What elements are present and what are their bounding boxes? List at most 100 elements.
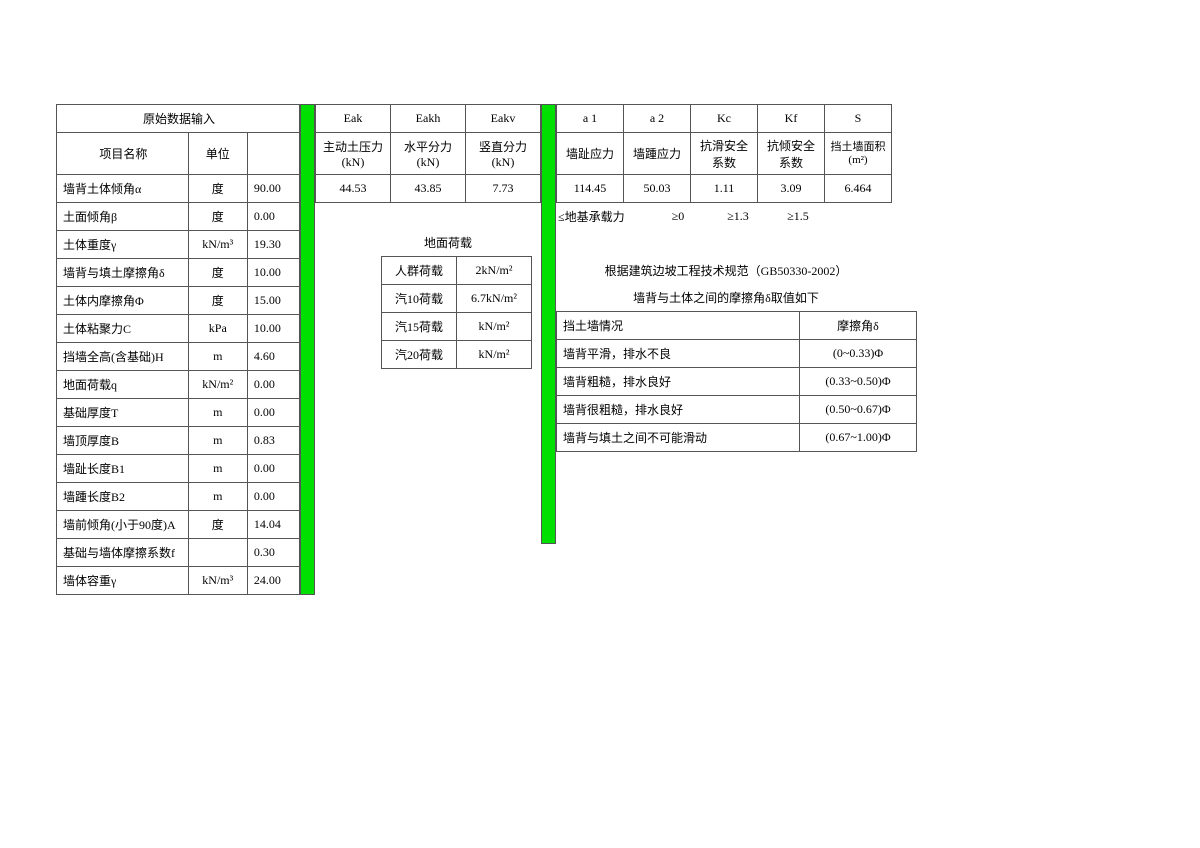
force-table: Eak Eakh Eakv 主动土压力(kN) 水平分力(kN) 竖直分力(kN… — [315, 104, 541, 203]
col-val-header — [247, 133, 299, 175]
input-table: 原始数据输入 项目名称 单位 墙背土体倾角α度90.00土面倾角β度0.00土体… — [56, 104, 300, 595]
result-table: а 1 а 2 Kc Kf S 墙趾应力 墙踵应力 抗滑安全系数 抗倾安全系数 … — [556, 104, 892, 203]
delta-row-cond: 墙背粗糙，排水良好 — [557, 368, 800, 396]
col-name-header: 项目名称 — [57, 133, 189, 175]
input-row-unit: m — [188, 343, 247, 371]
eakh-h2: 水平分力(kN) — [391, 133, 466, 175]
ground-load-name: 汽15荷载 — [382, 313, 457, 341]
a2-h1: а 2 — [624, 105, 691, 133]
eakh-val: 43.85 — [391, 175, 466, 203]
ground-load-val: kN/m² — [457, 313, 532, 341]
a1-h2: 墙趾应力 — [557, 133, 624, 175]
input-row-unit: 度 — [188, 287, 247, 315]
input-table-title: 原始数据输入 — [57, 105, 300, 133]
input-row-name: 土体粘聚力C — [57, 315, 189, 343]
s-val: 6.464 — [825, 175, 892, 203]
input-row-val: 0.00 — [247, 483, 299, 511]
eakv-h2: 竖直分力(kN) — [466, 133, 541, 175]
delta-row-val: (0.33~0.50)Φ — [800, 368, 917, 396]
input-row-val: 0.83 — [247, 427, 299, 455]
input-row-val: 0.00 — [247, 371, 299, 399]
input-row-name: 土体重度γ — [57, 231, 189, 259]
delta-row-val: (0~0.33)Φ — [800, 340, 917, 368]
input-row-unit: m — [188, 455, 247, 483]
input-row-val: 0.00 — [247, 455, 299, 483]
input-row-name: 墙体容重γ — [57, 567, 189, 595]
col-unit-header: 单位 — [188, 133, 247, 175]
input-row-val: 10.00 — [247, 259, 299, 287]
input-row-unit: kN/m² — [188, 371, 247, 399]
input-row-name: 基础与墙体摩擦系数f — [57, 539, 189, 567]
ground-load-val: 2kN/m² — [457, 257, 532, 285]
ground-load-table: 人群荷载2kN/m²汽10荷载6.7kN/m²汽15荷载kN/m²汽20荷载kN… — [381, 256, 532, 369]
kc-h1: Kc — [691, 105, 758, 133]
crit-2: ≥0 — [648, 209, 708, 224]
input-row-name: 墙顶厚度B — [57, 427, 189, 455]
a2-h2: 墙踵应力 — [624, 133, 691, 175]
input-row-val: 15.00 — [247, 287, 299, 315]
delta-row-val: (0.67~1.00)Φ — [800, 424, 917, 452]
ground-load-name: 汽20荷载 — [382, 341, 457, 369]
eak-h2: 主动土压力(kN) — [316, 133, 391, 175]
input-row-name: 墙趾长度B1 — [57, 455, 189, 483]
delta-row-cond: 墙背平滑，排水不良 — [557, 340, 800, 368]
input-row-val: 0.00 — [247, 203, 299, 231]
input-row-val: 24.00 — [247, 567, 299, 595]
a2-val: 50.03 — [624, 175, 691, 203]
input-row-unit: 度 — [188, 511, 247, 539]
eakv-h1: Eakv — [466, 105, 541, 133]
input-row-unit — [188, 539, 247, 567]
input-row-unit: 度 — [188, 259, 247, 287]
eakv-val: 7.73 — [466, 175, 541, 203]
input-row-unit: kN/m³ — [188, 567, 247, 595]
spec-ref: 根据建筑边坡工程技术规范（GB50330-2002） — [556, 257, 896, 284]
a1-h1: а 1 — [557, 105, 624, 133]
delta-hdr-2: 摩擦角δ — [800, 312, 917, 340]
crit-1: ≤地基承载力 — [556, 208, 648, 225]
input-row-name: 挡墙全高(含基础)H — [57, 343, 189, 371]
input-row-unit: m — [188, 427, 247, 455]
input-row-unit: kPa — [188, 315, 247, 343]
input-row-unit: m — [188, 483, 247, 511]
input-row-val: 0.00 — [247, 399, 299, 427]
input-row-unit: 度 — [188, 175, 247, 203]
eak-val: 44.53 — [316, 175, 391, 203]
input-row-val: 19.30 — [247, 231, 299, 259]
input-row-val: 4.60 — [247, 343, 299, 371]
green-divider-1 — [300, 104, 315, 595]
input-row-val: 14.04 — [247, 511, 299, 539]
delta-table: 挡土墙情况 摩擦角δ 墙背平滑，排水不良(0~0.33)Φ墙背粗糙，排水良好(0… — [556, 311, 917, 452]
input-row-name: 基础厚度T — [57, 399, 189, 427]
input-row-name: 墙前倾角(小于90度)A — [57, 511, 189, 539]
kf-val: 3.09 — [758, 175, 825, 203]
eak-h1: Eak — [316, 105, 391, 133]
green-divider-2 — [541, 104, 556, 544]
crit-3: ≥1.3 — [708, 209, 768, 224]
kf-h1: Kf — [758, 105, 825, 133]
input-row-val: 10.00 — [247, 315, 299, 343]
a1-val: 114.45 — [557, 175, 624, 203]
s-h2: 挡土墙面积(m²) — [825, 133, 892, 175]
eakh-h1: Eakh — [391, 105, 466, 133]
delta-caption: 墙背与土体之间的摩擦角δ取值如下 — [556, 284, 896, 311]
kc-val: 1.11 — [691, 175, 758, 203]
ground-load-val: kN/m² — [457, 341, 532, 369]
ground-load-name: 人群荷载 — [382, 257, 457, 285]
ground-load-title: 地面荷载 — [381, 229, 515, 256]
input-row-unit: 度 — [188, 203, 247, 231]
input-row-name: 墙踵长度B2 — [57, 483, 189, 511]
right-column: а 1 а 2 Kc Kf S 墙趾应力 墙踵应力 抗滑安全系数 抗倾安全系数 … — [556, 104, 917, 452]
kc-h2: 抗滑安全系数 — [691, 133, 758, 175]
input-row-name: 墙背与填土摩擦角δ — [57, 259, 189, 287]
input-row-name: 墙背土体倾角α — [57, 175, 189, 203]
input-row-unit: kN/m³ — [188, 231, 247, 259]
input-row-unit: m — [188, 399, 247, 427]
input-row-name: 土体内摩擦角Φ — [57, 287, 189, 315]
delta-row-cond: 墙背与填土之间不可能滑动 — [557, 424, 800, 452]
delta-row-cond: 墙背很粗糙，排水良好 — [557, 396, 800, 424]
crit-4: ≥1.5 — [768, 209, 828, 224]
delta-hdr-1: 挡土墙情况 — [557, 312, 800, 340]
input-row-name: 土面倾角β — [57, 203, 189, 231]
input-row-val: 0.30 — [247, 539, 299, 567]
input-rows: 墙背土体倾角α度90.00土面倾角β度0.00土体重度γkN/m³19.30墙背… — [57, 175, 300, 595]
